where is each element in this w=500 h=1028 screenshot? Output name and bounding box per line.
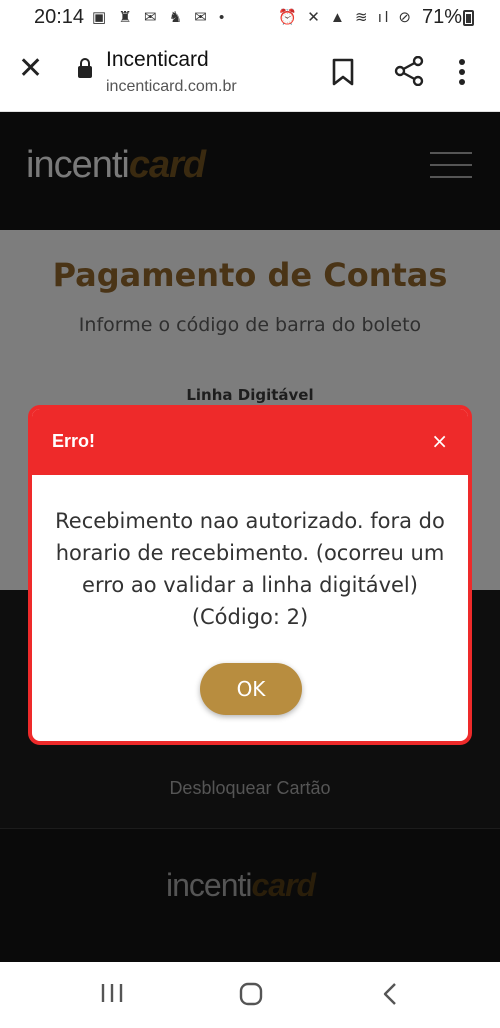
barcode-field-label: Linha Digitável [186,386,314,404]
android-nav-bar [0,962,500,1028]
status-time: 20:14 [34,6,85,28]
browser-url[interactable]: incenticard.com.br [106,78,237,96]
system-icons: ⏰ ✕ ▲ ≋ ıl ⊘ [278,9,414,26]
battery-percentage: 71% [421,6,462,28]
status-bar: 20:14 ▣ ♜ ✉ ♞ ✉ • ⏰ ✕ ▲ ≋ ıl ⊘ 71% [0,0,500,34]
battery-icon [463,10,474,26]
notification-icons: ▣ ♜ ✉ ♞ ✉ • [92,9,229,26]
page-subtitle: Informe o código de barra do boleto [78,314,422,336]
hamburger-menu-icon[interactable] [430,152,472,180]
close-icon[interactable]: × [431,429,448,453]
browser-toolbar: ✕ Incenticard incenticard.com.br [0,34,500,112]
dialog-title: Erro! [52,431,96,451]
close-icon[interactable]: ✕ [18,54,48,84]
ok-button[interactable]: OK [200,663,302,715]
recent-apps-icon[interactable] [100,982,124,1004]
dialog-header: Erro! × [32,409,468,475]
error-dialog: Erro! × Recebimento nao autorizado. fora… [28,405,472,745]
browser-page-title[interactable]: Incenticard [106,48,209,72]
site-footer: incenticard [0,828,500,962]
more-vert-icon[interactable] [458,58,466,86]
bookmark-icon[interactable] [332,58,354,86]
share-icon[interactable] [394,56,424,86]
home-icon[interactable] [239,982,263,1006]
page-title: Pagamento de Contas [52,256,448,294]
unlock-card-link[interactable]: Desbloquear Cartão [0,778,500,799]
incenticard-logo[interactable]: incenticard [26,144,206,187]
lock-icon[interactable] [78,58,92,78]
back-icon[interactable] [382,982,398,1006]
footer-logo: incenticard [166,867,316,903]
dialog-message: Recebimento nao autorizado. fora do hora… [55,509,445,629]
site-header: incenticard [0,112,500,230]
